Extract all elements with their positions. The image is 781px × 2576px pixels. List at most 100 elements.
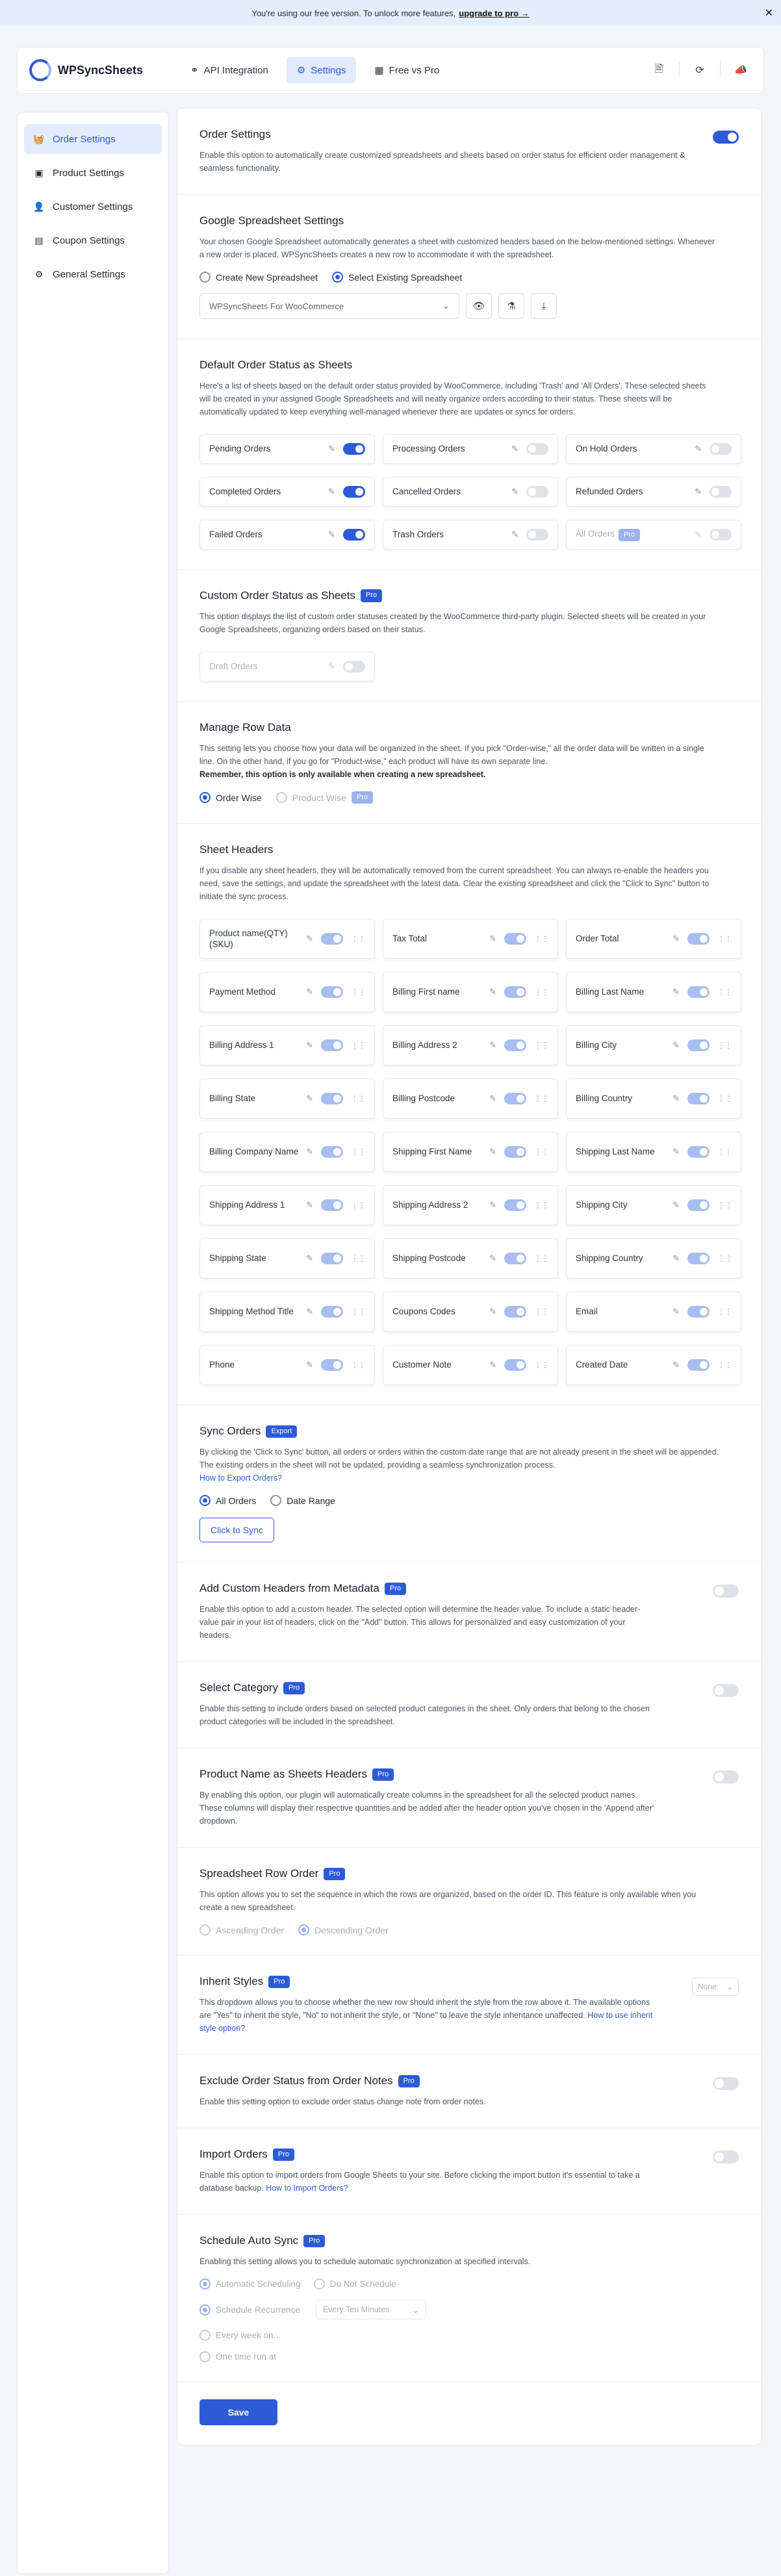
radio-descending[interactable]: Descending Order	[298, 1924, 389, 1936]
drag-handle-icon[interactable]: ⋮⋮	[717, 1254, 732, 1263]
drag-handle-icon[interactable]: ⋮⋮	[534, 1254, 549, 1263]
header-toggle[interactable]	[321, 1093, 343, 1105]
pencil-icon[interactable]: ✎	[511, 444, 519, 454]
radio-do-not-schedule[interactable]: Do Not Schedule	[313, 2278, 396, 2290]
card-toggle[interactable]	[526, 443, 548, 455]
radio-create-new[interactable]: Create New Spreadsheet	[199, 272, 318, 283]
pencil-icon[interactable]: ✎	[306, 1307, 313, 1317]
card-toggle[interactable]	[343, 486, 365, 498]
drag-handle-icon[interactable]: ⋮⋮	[351, 1094, 366, 1103]
view-icon[interactable]: 👁	[466, 293, 492, 319]
pencil-icon[interactable]: ✎	[489, 1307, 496, 1317]
radio-all-orders[interactable]: All Orders	[199, 1495, 256, 1507]
pencil-icon[interactable]: ✎	[672, 1093, 680, 1104]
header-toggle[interactable]	[321, 1039, 343, 1052]
drag-handle-icon[interactable]: ⋮⋮	[351, 1307, 366, 1316]
pencil-icon[interactable]: ✎	[672, 934, 680, 944]
header-toggle[interactable]	[687, 986, 710, 999]
drag-handle-icon[interactable]: ⋮⋮	[351, 934, 366, 943]
header-toggle[interactable]	[321, 986, 343, 999]
header-toggle[interactable]	[321, 1253, 343, 1265]
pencil-icon[interactable]: ✎	[695, 487, 702, 497]
pencil-icon[interactable]: ✎	[489, 1147, 496, 1157]
card-toggle[interactable]	[526, 486, 548, 498]
drag-handle-icon[interactable]: ⋮⋮	[351, 1201, 366, 1210]
pencil-icon[interactable]: ✎	[328, 444, 335, 454]
import-help-link[interactable]: How to Import Orders?	[266, 2184, 348, 2193]
pencil-icon[interactable]: ✎	[511, 487, 519, 497]
radio-automatic-scheduling[interactable]: Automatic Scheduling	[199, 2278, 301, 2290]
header-toggle[interactable]	[321, 933, 343, 945]
drag-handle-icon[interactable]: ⋮⋮	[717, 1201, 732, 1210]
header-toggle[interactable]	[504, 1199, 526, 1212]
sidebar-item-customer-settings[interactable]: 👤 Customer Settings	[24, 192, 162, 222]
product-headers-toggle[interactable]	[713, 1770, 739, 1784]
drag-handle-icon[interactable]: ⋮⋮	[717, 934, 732, 943]
header-toggle[interactable]	[687, 1199, 710, 1212]
megaphone-icon[interactable]: 📣	[730, 59, 752, 81]
header-toggle[interactable]	[504, 1306, 526, 1318]
drag-handle-icon[interactable]: ⋮⋮	[717, 1147, 732, 1156]
pencil-icon[interactable]: ✎	[328, 529, 335, 540]
pencil-icon[interactable]: ✎	[306, 1253, 313, 1264]
drag-handle-icon[interactable]: ⋮⋮	[717, 1307, 732, 1316]
pencil-icon[interactable]: ✎	[489, 1093, 496, 1104]
drag-handle-icon[interactable]: ⋮⋮	[534, 1201, 549, 1210]
tab-settings[interactable]: ⚙ Settings	[286, 57, 357, 83]
header-toggle[interactable]	[687, 1359, 710, 1371]
document-icon[interactable]: 🗎	[648, 59, 670, 81]
metadata-toggle[interactable]	[713, 1585, 739, 1598]
refresh-icon[interactable]: ⟳	[689, 59, 711, 81]
header-toggle[interactable]	[504, 1146, 526, 1158]
header-toggle[interactable]	[687, 1093, 710, 1105]
drag-handle-icon[interactable]: ⋮⋮	[351, 1041, 366, 1050]
header-toggle[interactable]	[504, 1093, 526, 1105]
radio-every-week[interactable]: Every week on...	[199, 2330, 739, 2341]
pencil-icon[interactable]: ✎	[695, 444, 702, 454]
header-toggle[interactable]	[321, 1306, 343, 1318]
header-toggle[interactable]	[321, 1199, 343, 1212]
radio-date-range[interactable]: Date Range	[270, 1495, 335, 1507]
pencil-icon[interactable]: ✎	[306, 1147, 313, 1157]
pencil-icon[interactable]: ✎	[489, 987, 496, 997]
radio-product-wise[interactable]: Product Wise Pro	[275, 791, 374, 804]
header-toggle[interactable]	[504, 1253, 526, 1265]
drag-handle-icon[interactable]: ⋮⋮	[534, 1307, 549, 1316]
pencil-icon[interactable]: ✎	[489, 1253, 496, 1264]
sidebar-item-order-settings[interactable]: 🧺 Order Settings	[24, 124, 162, 154]
pencil-icon[interactable]: ✎	[672, 1253, 680, 1264]
pencil-icon[interactable]: ✎	[328, 487, 335, 497]
radio-select-existing[interactable]: Select Existing Spreadsheet	[332, 272, 462, 283]
close-icon[interactable]: ✕	[765, 6, 773, 19]
drag-handle-icon[interactable]: ⋮⋮	[351, 988, 366, 997]
save-button[interactable]: Save	[199, 2399, 277, 2426]
download-icon[interactable]: ⤓	[531, 293, 557, 319]
order-settings-toggle[interactable]	[713, 131, 739, 144]
pencil-icon[interactable]: ✎	[672, 1040, 680, 1051]
header-toggle[interactable]	[687, 933, 710, 945]
tab-free-vs-pro[interactable]: ▦ Free vs Pro	[364, 57, 450, 83]
pencil-icon[interactable]: ✎	[672, 1360, 680, 1370]
card-toggle[interactable]	[343, 529, 365, 541]
header-toggle[interactable]	[687, 1146, 710, 1158]
drag-handle-icon[interactable]: ⋮⋮	[534, 1360, 549, 1370]
pencil-icon[interactable]: ✎	[489, 1360, 496, 1370]
header-toggle[interactable]	[504, 1039, 526, 1052]
pencil-icon[interactable]: ✎	[306, 1093, 313, 1104]
drag-handle-icon[interactable]: ⋮⋮	[534, 1041, 549, 1050]
pencil-icon[interactable]: ✎	[306, 934, 313, 944]
pencil-icon[interactable]: ✎	[328, 661, 335, 672]
radio-order-wise[interactable]: Order Wise	[199, 792, 262, 804]
sidebar-item-general-settings[interactable]: ⚙ General Settings	[24, 259, 162, 289]
pencil-icon[interactable]: ✎	[489, 1200, 496, 1210]
pencil-icon[interactable]: ✎	[672, 1200, 680, 1210]
header-toggle[interactable]	[321, 1359, 343, 1371]
pencil-icon[interactable]: ✎	[511, 529, 519, 540]
pencil-icon[interactable]: ✎	[672, 987, 680, 997]
recurrence-select[interactable]: Every Ten Minutes ⌄	[315, 2300, 426, 2320]
pencil-icon[interactable]: ✎	[672, 1147, 680, 1157]
sidebar-item-coupon-settings[interactable]: ▤ Coupon Settings	[24, 225, 162, 255]
card-toggle[interactable]	[710, 529, 732, 541]
header-toggle[interactable]	[687, 1253, 710, 1265]
drag-handle-icon[interactable]: ⋮⋮	[351, 1254, 366, 1263]
